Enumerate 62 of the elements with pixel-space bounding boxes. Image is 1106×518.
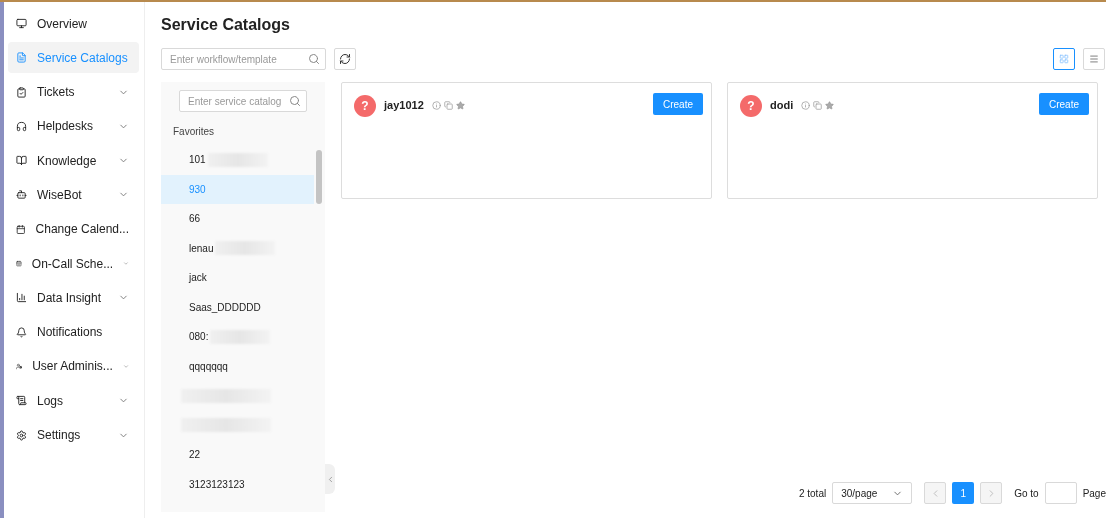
grid-view-button[interactable] <box>1053 48 1075 70</box>
catalog-item[interactable]: 101 <box>161 145 314 175</box>
nav-item[interactable]: User Adminis... <box>8 350 139 382</box>
catalog-item[interactable]: 22 <box>161 440 314 470</box>
nav-item[interactable]: On-Call Sche... <box>8 248 139 280</box>
nav-item[interactable]: Data Insight <box>8 282 139 314</box>
card-title: dodi <box>770 99 794 111</box>
clipboard-icon <box>16 86 27 98</box>
info-icon[interactable] <box>431 101 441 110</box>
search-field[interactable]: Enter workflow/template <box>161 48 326 70</box>
scrollbar[interactable] <box>316 150 322 204</box>
list-icon <box>1089 54 1099 64</box>
star-icon[interactable] <box>455 101 465 110</box>
next-page-button[interactable] <box>980 482 1003 504</box>
nav-item[interactable]: Settings <box>8 419 139 451</box>
goto-label: Go to <box>1014 487 1039 499</box>
page-label: Page <box>1082 487 1106 499</box>
catalog-item[interactable]: jack <box>161 263 314 293</box>
info-icon[interactable] <box>801 101 811 110</box>
copy-icon[interactable] <box>443 101 453 110</box>
nav-item[interactable]: Logs <box>8 385 139 417</box>
settings-icon <box>16 429 27 441</box>
nav-item[interactable]: Knowledge <box>8 145 139 177</box>
refresh-icon <box>339 53 351 65</box>
search-icon <box>308 53 320 65</box>
monitor-icon <box>16 18 27 29</box>
chart-icon <box>16 292 27 304</box>
avatar: ? <box>740 95 762 117</box>
headset-icon <box>16 120 27 132</box>
catalog-item[interactable]: Saas_DDDDDD <box>161 292 314 322</box>
list-view-button[interactable] <box>1083 48 1105 70</box>
collapse-button[interactable] <box>325 464 335 494</box>
catalog-item[interactable]: 080: <box>161 322 314 352</box>
bell-icon <box>16 326 27 338</box>
nav-item[interactable]: WiseBot <box>8 179 139 211</box>
search-icon <box>289 95 301 107</box>
catalog-item[interactable]: 3123123123 <box>161 469 314 499</box>
star-icon[interactable] <box>825 101 835 110</box>
copy-icon[interactable] <box>813 101 823 110</box>
page-input[interactable] <box>1044 482 1077 504</box>
log-icon <box>16 395 27 407</box>
grid-icon <box>1059 54 1069 64</box>
catalog-item[interactable]: lenau <box>161 233 314 263</box>
refresh-button[interactable] <box>334 48 356 70</box>
nav-item[interactable]: Overview <box>8 8 139 39</box>
total-count: 2 total <box>798 487 827 499</box>
section-heading: Favorites <box>173 126 216 137</box>
catalog-item[interactable]: 66 <box>161 204 314 234</box>
page-size-select[interactable]: 30/page <box>832 482 913 504</box>
card-title: jay1012 <box>384 99 424 111</box>
page-title: Service Catalogs <box>161 16 291 34</box>
nav-item[interactable]: Change Calend... <box>8 213 139 245</box>
catalog-item[interactable]: qqqqqqq <box>161 351 314 381</box>
nav-item[interactable]: Tickets <box>8 76 139 108</box>
book-icon <box>16 155 27 167</box>
nav-item[interactable]: Helpdesks <box>8 110 139 142</box>
robot-icon <box>16 189 27 201</box>
previous-page-button[interactable] <box>924 482 947 504</box>
search-field[interactable]: Enter service catalog <box>179 90 307 112</box>
document-icon <box>16 52 27 64</box>
avatar: ? <box>354 95 376 117</box>
nav-item[interactable]: Notifications <box>8 316 139 348</box>
